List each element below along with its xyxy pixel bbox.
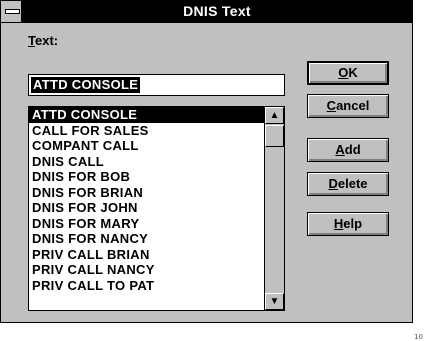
system-menu-bar-icon	[5, 9, 20, 14]
text-label-rest: ext:	[34, 33, 59, 48]
list-item[interactable]: COMPANT CALL	[29, 138, 264, 154]
cancel-accel: C	[326, 98, 337, 113]
delete-accel: D	[328, 176, 338, 191]
text-input[interactable]: ATTD CONSOLE	[28, 74, 285, 96]
dnis-list[interactable]: ATTD CONSOLE CALL FOR SALES COMPANT CALL DN…	[28, 106, 285, 311]
cancel-button[interactable]: Cancel	[307, 94, 389, 118]
list-item[interactable]: DNIS FOR NANCY	[29, 231, 264, 247]
delete-button[interactable]: Delete	[307, 172, 389, 196]
list-scrollbar[interactable]: ▲ ▼	[264, 107, 284, 310]
add-accel: A	[335, 142, 345, 157]
system-menu-icon[interactable]	[1, 1, 22, 22]
scroll-thumb[interactable]	[265, 125, 284, 147]
arrow-up-icon[interactable]: ▲	[265, 107, 284, 124]
help-button[interactable]: Help	[307, 212, 389, 236]
text-label-accel: T	[28, 33, 35, 48]
list-item[interactable]: DNIS FOR MARY	[29, 216, 264, 232]
list-item[interactable]: DNIS FOR BRIAN	[29, 185, 264, 201]
ok-button[interactable]: OK	[307, 61, 389, 85]
ok-accel: O	[338, 65, 349, 80]
list-item[interactable]: DNIS FOR BOB	[29, 169, 264, 185]
list-item[interactable]: CALL FOR SALES	[29, 123, 264, 139]
ok-rest: K	[348, 65, 358, 80]
title-bar: DNIS Text	[1, 1, 412, 23]
window-title: DNIS Text	[183, 3, 251, 19]
text-input-value: ATTD CONSOLE	[31, 77, 141, 93]
cancel-rest: ancel	[336, 98, 370, 113]
list-item[interactable]: PRIV CALL BRIAN	[29, 247, 264, 263]
help-accel: H	[333, 216, 344, 231]
list-item[interactable]: DNIS FOR JOHN	[29, 200, 264, 216]
list-item[interactable]: ATTD CONSOLE	[29, 107, 264, 123]
list-item[interactable]: PRIV CALL NANCY	[29, 262, 264, 278]
list-item[interactable]: PRIV CALL TO PAT	[29, 278, 264, 294]
delete-rest: elete	[337, 176, 368, 191]
add-rest: dd	[344, 142, 361, 157]
arrow-down-icon[interactable]: ▼	[265, 293, 284, 310]
dnis-text-dialog: DNIS Text Text: ATTD CONSOLE ATTD CONSOL…	[0, 0, 413, 323]
help-rest: elp	[343, 216, 363, 231]
page-number: 10	[414, 333, 423, 341]
dnis-list-items: ATTD CONSOLE CALL FOR SALES COMPANT CALL DN…	[29, 107, 264, 293]
add-button[interactable]: Add	[307, 138, 389, 162]
list-item[interactable]: DNIS CALL	[29, 154, 264, 170]
text-field-label: Text:	[28, 33, 58, 48]
